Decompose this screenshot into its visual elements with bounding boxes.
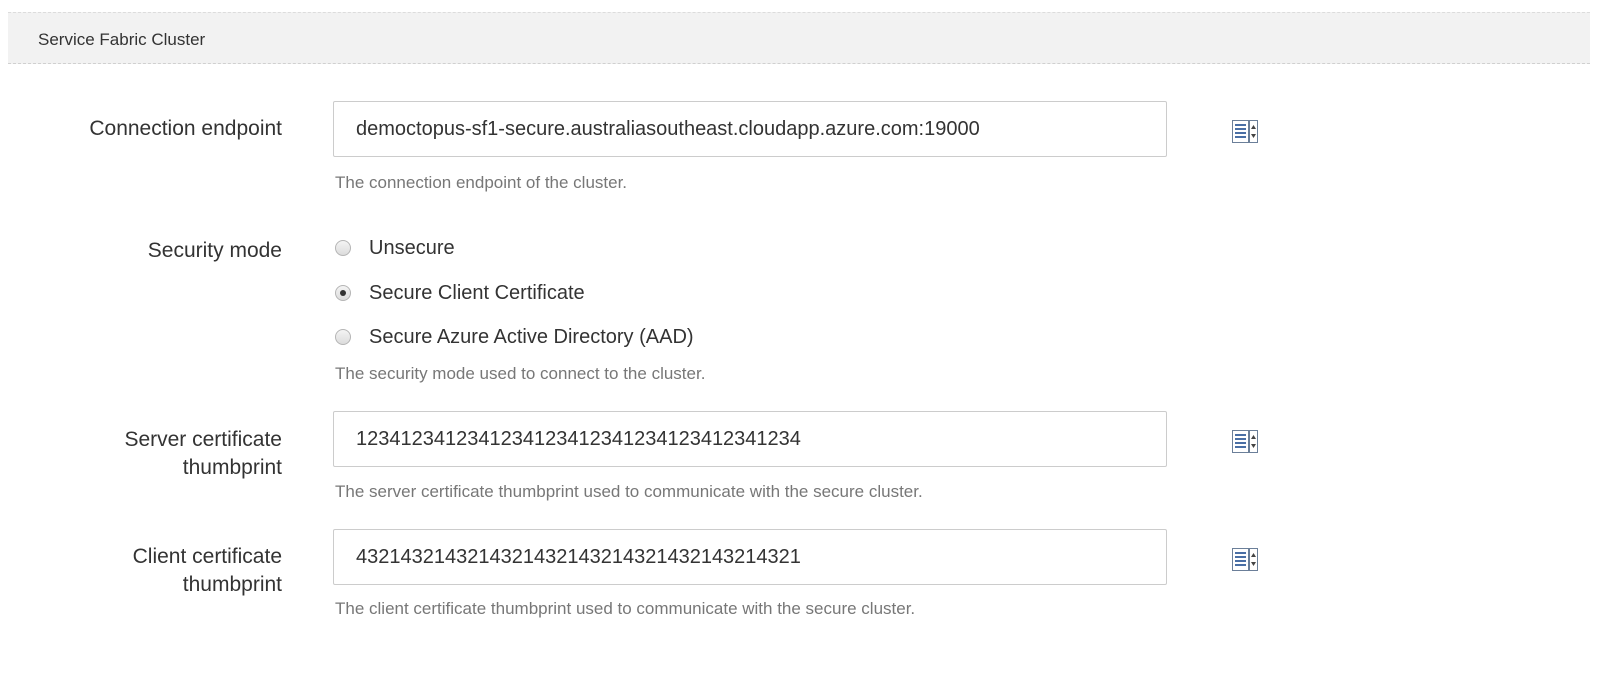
connection-endpoint-label: Connection endpoint xyxy=(89,117,282,140)
server-thumbprint-variable-button[interactable] xyxy=(1232,430,1258,454)
client-thumbprint-label: Client certificate thumbprint xyxy=(22,543,282,599)
connection-endpoint-input[interactable] xyxy=(333,101,1167,157)
client-thumbprint-input[interactable] xyxy=(333,529,1167,585)
client-thumbprint-label-line1: Client certificate xyxy=(132,545,282,568)
variable-lookup-icon xyxy=(1232,120,1258,143)
radio-secure-aad-circle[interactable] xyxy=(335,329,351,345)
security-mode-label: Security mode xyxy=(147,239,282,262)
connection-endpoint-variable-button[interactable] xyxy=(1232,120,1258,144)
radio-secure-client-certificate-circle[interactable] xyxy=(335,285,351,301)
server-thumbprint-label-line1: Server certificate xyxy=(124,428,282,451)
radio-unsecure-label: Unsecure xyxy=(369,236,455,259)
radio-secure-aad[interactable]: Secure Azure Active Directory (AAD) xyxy=(335,322,694,352)
radio-secure-client-certificate-label: Secure Client Certificate xyxy=(369,281,585,304)
radio-unsecure-circle[interactable] xyxy=(335,240,351,256)
server-thumbprint-input[interactable] xyxy=(333,411,1167,467)
section-header: Service Fabric Cluster xyxy=(8,12,1590,64)
radio-secure-client-certificate[interactable]: Secure Client Certificate xyxy=(335,278,585,308)
server-thumbprint-help: The server certificate thumbprint used t… xyxy=(335,482,923,501)
variable-lookup-icon xyxy=(1232,548,1258,571)
server-thumbprint-label-line2: thumbprint xyxy=(182,456,282,479)
radio-unsecure[interactable]: Unsecure xyxy=(335,233,455,263)
section-title: Service Fabric Cluster xyxy=(38,30,206,49)
client-thumbprint-help: The client certificate thumbprint used t… xyxy=(335,599,916,618)
variable-lookup-icon xyxy=(1232,430,1258,453)
connection-endpoint-help: The connection endpoint of the cluster. xyxy=(335,173,628,192)
client-thumbprint-variable-button[interactable] xyxy=(1232,548,1258,572)
radio-secure-aad-label: Secure Azure Active Directory (AAD) xyxy=(369,325,694,348)
security-mode-help: The security mode used to connect to the… xyxy=(335,364,706,383)
client-thumbprint-label-line2: thumbprint xyxy=(182,573,282,596)
server-thumbprint-label: Server certificate thumbprint xyxy=(22,426,282,482)
